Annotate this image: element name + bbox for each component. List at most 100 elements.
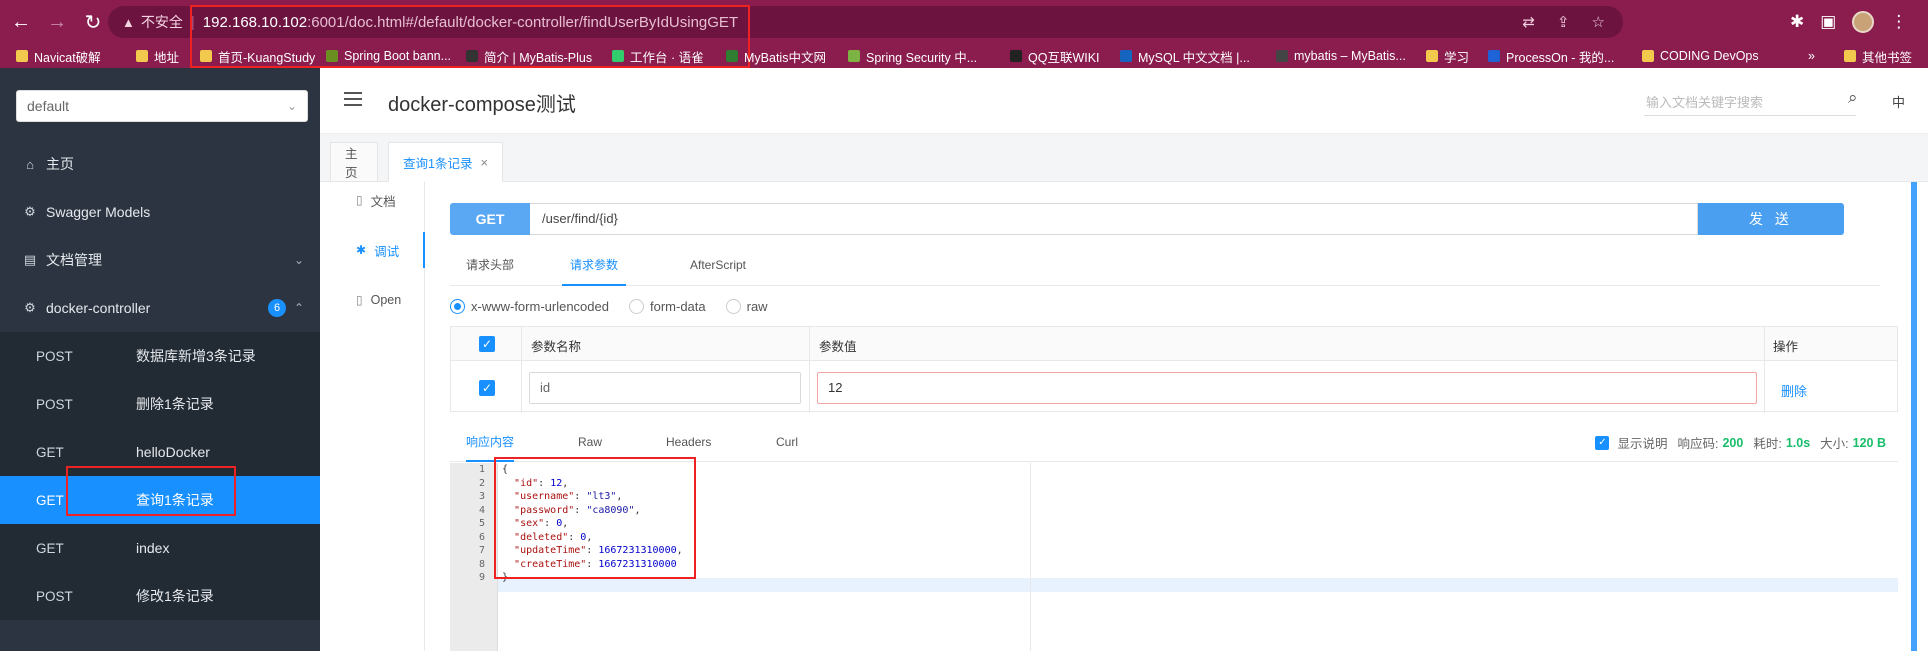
menu-dots-icon[interactable]: ⋮ <box>1890 12 1907 32</box>
warning-icon: ▲ <box>122 14 135 30</box>
bookmark-item[interactable]: CODING DevOps <box>1634 45 1767 67</box>
show-desc-label: 显示说明 <box>1617 437 1668 451</box>
endpoint-label: 修改1条记录 <box>136 588 214 604</box>
row-checkbox[interactable]: ✓ <box>479 380 495 396</box>
bookmark-item[interactable]: QQ互联WIKI <box>1002 45 1108 67</box>
controller-icon: ⚙ <box>24 300 36 315</box>
bug-icon: ✱ <box>356 243 367 257</box>
bookmark-icon <box>1426 50 1438 62</box>
browser-chrome: ← → ↻ ▲ 不安全 | 192.168.10.102:6001/doc.ht… <box>0 0 1928 68</box>
group-select[interactable]: default ⌄ <box>16 90 308 122</box>
th-param-name: 参数名称 <box>531 340 582 354</box>
radio-urlencoded[interactable] <box>450 298 465 314</box>
bookmark-item[interactable]: 工作台 · 语雀 <box>604 45 712 67</box>
sidebar-item-docker-controller[interactable]: ⚙ docker-controller 6 ⌃ <box>0 284 320 332</box>
http-method: POST <box>36 588 73 604</box>
bookmark-icon <box>1642 50 1654 62</box>
extensions-icon[interactable]: ✱ <box>1790 12 1804 32</box>
endpoint-item[interactable]: POST 删除1条记录 <box>0 380 320 428</box>
bookmark-item[interactable]: MySQL 中文文档 |... <box>1112 45 1258 67</box>
endpoint-item[interactable]: GET index <box>0 524 320 572</box>
delete-param-link[interactable]: 删除 <box>1781 381 1807 400</box>
search-input[interactable]: 输入文档关键字搜索 <box>1644 90 1856 116</box>
main-header: docker-compose测试 输入文档关键字搜索 ⌕ 中 <box>320 68 1928 134</box>
bookmark-item[interactable]: mybatis – MyBatis... <box>1268 45 1414 67</box>
radio-form-data[interactable] <box>628 298 644 314</box>
bookmark-item[interactable]: MyBatis中文网 <box>718 45 834 67</box>
vtab-doc[interactable]: ▯ 文档 <box>356 180 426 220</box>
sidebar-item-swagger-models[interactable]: ⚙ Swagger Models <box>0 188 320 236</box>
response-size: 120 B <box>1852 435 1886 450</box>
bookmark-item[interactable]: 地址 <box>128 45 187 67</box>
http-method: GET <box>36 444 64 460</box>
line-number: 8 <box>478 558 485 570</box>
tab-find-user[interactable]: 查询1条记录 × <box>388 142 504 182</box>
endpoint-label: 数据库新增3条记录 <box>136 348 256 364</box>
bookmark-icon <box>726 50 738 62</box>
bookmark-icon <box>848 50 860 62</box>
close-icon[interactable]: × <box>480 155 488 170</box>
param-name-input[interactable]: id <box>529 372 801 404</box>
other-bookmarks[interactable]: 其他书签 <box>1836 45 1920 67</box>
language-switch[interactable]: 中 <box>1892 92 1905 111</box>
sidebar-item-doc-manage[interactable]: ▤ 文档管理 ⌄ <box>0 236 320 284</box>
vtab-debug[interactable]: ✱ 调试 <box>356 230 426 270</box>
bookmark-icon <box>466 50 478 62</box>
reload-icon[interactable]: ↻ <box>78 7 108 37</box>
menu-toggle-icon[interactable] <box>344 92 362 110</box>
url-input[interactable]: /user/find/{id} <box>530 203 1698 235</box>
scrollbar[interactable] <box>1911 182 1917 651</box>
bookmark-item[interactable]: Spring Security 中... <box>840 45 985 67</box>
endpoint-item[interactable]: POST 修改1条记录 <box>0 572 320 620</box>
bookmark-item[interactable]: 首页-KuangStudy <box>192 45 323 67</box>
line-number: 5 <box>478 518 485 529</box>
insecure-label: 不安全 <box>140 14 183 30</box>
chevron-icon: ⌄ <box>293 253 304 267</box>
star-icon[interactable]: ☆ <box>1592 13 1605 31</box>
tab-request-params[interactable]: 请求参数 <box>562 248 626 286</box>
line-number: 3 <box>478 491 485 502</box>
search-icon[interactable]: ⌕ <box>1848 88 1858 108</box>
doc-manage-icon: ▤ <box>23 252 37 267</box>
show-desc-checkbox[interactable]: ✓ <box>1595 435 1610 450</box>
select-all-checkbox[interactable]: ✓ <box>479 336 495 352</box>
vtab-open[interactable]: ▯ Open <box>356 280 426 320</box>
back-icon[interactable]: ← <box>6 7 36 37</box>
forward-icon[interactable]: → <box>42 7 72 37</box>
doc-icon: ▯ <box>356 193 363 207</box>
method-badge: GET <box>450 203 530 235</box>
request-subtabs: 请求头部 请求参数 AfterScript <box>450 248 1880 286</box>
sidepanel-icon[interactable]: ▣ <box>1820 12 1836 32</box>
response-meta: ✓ 显示说明 响应码: 200 耗时: 1.0s 大小: 120 B <box>1595 433 1886 452</box>
bookmark-icon <box>200 50 212 62</box>
page-title: docker-compose测试 <box>388 94 576 116</box>
tab-request-headers[interactable]: 请求头部 <box>466 248 514 286</box>
radio-raw[interactable] <box>725 298 741 314</box>
bookmarks-more[interactable]: » <box>1800 45 1823 67</box>
bookmark-item[interactable]: 简介 | MyBatis-Plus <box>458 45 600 67</box>
avatar[interactable] <box>1852 11 1875 33</box>
bookmark-item[interactable]: 学习 <box>1418 45 1477 67</box>
bookmark-icon <box>1120 50 1132 62</box>
bookmark-item[interactable]: ProcessOn - 我的... <box>1480 45 1622 67</box>
sidebar-item-label: 主页 <box>46 156 74 172</box>
translate-icon[interactable]: ⇄ <box>1522 13 1535 31</box>
endpoint-item[interactable]: POST 数据库新增3条记录 <box>0 332 320 380</box>
bookmark-icon <box>136 50 148 62</box>
response-editor[interactable]: 123456789 { "id": 12, "username": "lt3",… <box>450 457 1898 651</box>
param-value-input[interactable]: 12 <box>817 372 1757 404</box>
tab-home[interactable]: 主页 <box>330 142 378 182</box>
send-button[interactable]: 发 送 <box>1698 203 1844 235</box>
bookmark-item[interactable]: Navicat破解 <box>8 45 109 67</box>
http-method: GET <box>36 540 64 556</box>
line-gutter: 1 2 3 4 5 6 7 8 9 <box>450 463 498 651</box>
tab-afterscript[interactable]: AfterScript <box>690 248 746 286</box>
bookmark-icon <box>326 50 338 62</box>
tab-response-curl[interactable]: Curl <box>776 430 798 462</box>
sidebar-item-home[interactable]: ⌂ 主页 <box>0 140 320 188</box>
bookmark-item[interactable]: Spring Boot bann... <box>318 45 459 67</box>
sidebar-item-label: Swagger Models <box>46 204 151 220</box>
share-icon[interactable]: ⇪ <box>1557 13 1570 31</box>
annotation-box-endpoint <box>66 466 236 516</box>
line-number: 6 <box>478 531 485 543</box>
